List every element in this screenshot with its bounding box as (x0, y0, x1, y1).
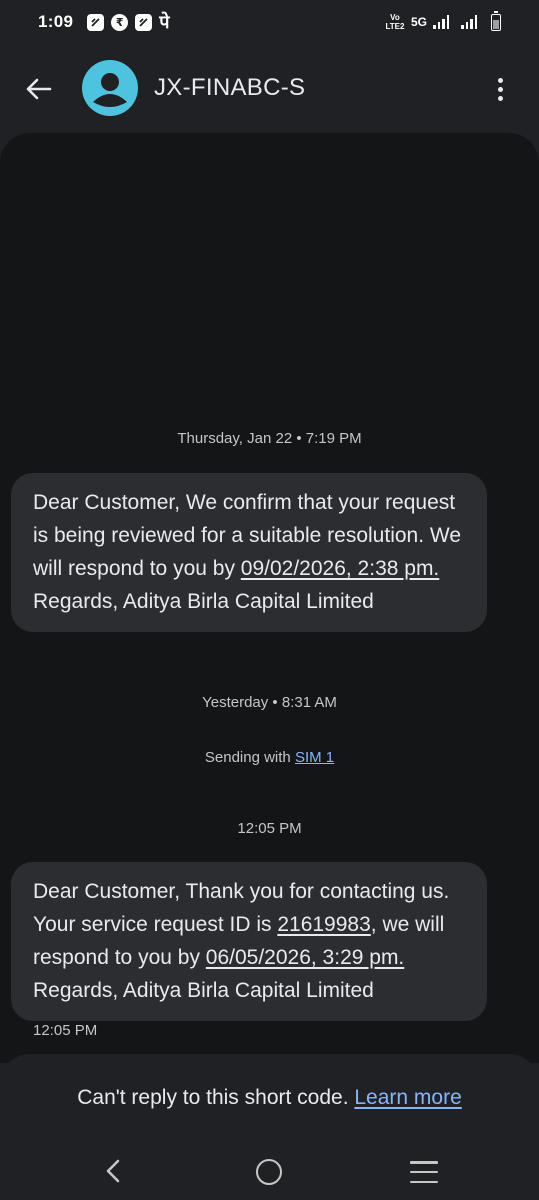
battery-icon (491, 10, 501, 31)
status-bar: 1:09 ₹ पे Vo LTE2 5G (0, 0, 539, 44)
phonepe-icon: पे (159, 12, 170, 32)
signal-strength-icon-sim1 (433, 15, 449, 29)
message-bubble[interactable]: Dear Customer, Thank you for contacting … (11, 862, 487, 1021)
messages-screen: 1:09 ₹ पे Vo LTE2 5G JX-FINABC-S Thursda… (0, 0, 539, 1200)
message-time: 12:05 PM (33, 1022, 98, 1039)
timestamp-divider: 12:05 PM (237, 820, 302, 837)
notification-icons: ₹ पे (87, 13, 169, 31)
arrow-back-icon (26, 78, 52, 100)
status-time: 1:09 (38, 12, 74, 31)
nav-back-button[interactable] (100, 1157, 128, 1185)
more-options-button[interactable] (488, 72, 512, 106)
person-icon (93, 73, 127, 107)
rupee-notification-icon: ₹ (111, 13, 129, 31)
nav-back-icon (106, 1159, 120, 1183)
nav-menu-icon (410, 1161, 438, 1164)
avatar[interactable] (82, 60, 138, 116)
back-button[interactable] (22, 72, 56, 106)
nav-recents-button[interactable] (410, 1161, 438, 1183)
timestamp-divider: Thursday, Jan 22 • 7:19 PM (177, 430, 362, 447)
request-id-link[interactable]: 21619983 (277, 913, 370, 936)
date-link[interactable]: 06/05/2026, 3:29 pm. (206, 946, 405, 969)
app-bar: JX-FINABC-S (0, 44, 539, 134)
cant-reply-text: Can't reply to this short code. (77, 1086, 355, 1109)
system-nav-bar (0, 1145, 539, 1200)
network-type-label: 5G (410, 15, 427, 29)
nav-home-button[interactable] (256, 1159, 282, 1185)
learn-more-link[interactable]: Learn more (354, 1086, 461, 1109)
timestamp-divider: Yesterday • 8:31 AM (202, 694, 337, 711)
conversation-panel[interactable]: Thursday, Jan 22 • 7:19 PM Dear Customer… (0, 133, 539, 1063)
app-notification-icon-2 (135, 13, 153, 31)
status-indicators: Vo LTE2 5G (385, 10, 501, 31)
cant-reply-notice: Can't reply to this short code. Learn mo… (0, 1086, 539, 1110)
message-text: Regards, Aditya Birla Capital Limited (33, 979, 374, 1002)
sending-with-info: Sending with SIM 1 (0, 749, 539, 766)
more-vert-icon (497, 77, 503, 83)
sending-with-label: Sending with (204, 749, 295, 766)
signal-strength-icon-sim2 (461, 15, 477, 29)
date-link[interactable]: 09/02/2026, 2:38 pm. (241, 557, 440, 580)
message-bubble[interactable]: Dear Customer, We confirm that your requ… (11, 473, 487, 632)
app-notification-icon (87, 13, 105, 31)
conversation-title: JX-FINABC-S (154, 74, 306, 101)
sim-link[interactable]: SIM 1 (295, 749, 334, 766)
message-text: Regards, Aditya Birla Capital Limited (33, 590, 374, 613)
volte-label: Vo LTE2 (385, 13, 405, 31)
